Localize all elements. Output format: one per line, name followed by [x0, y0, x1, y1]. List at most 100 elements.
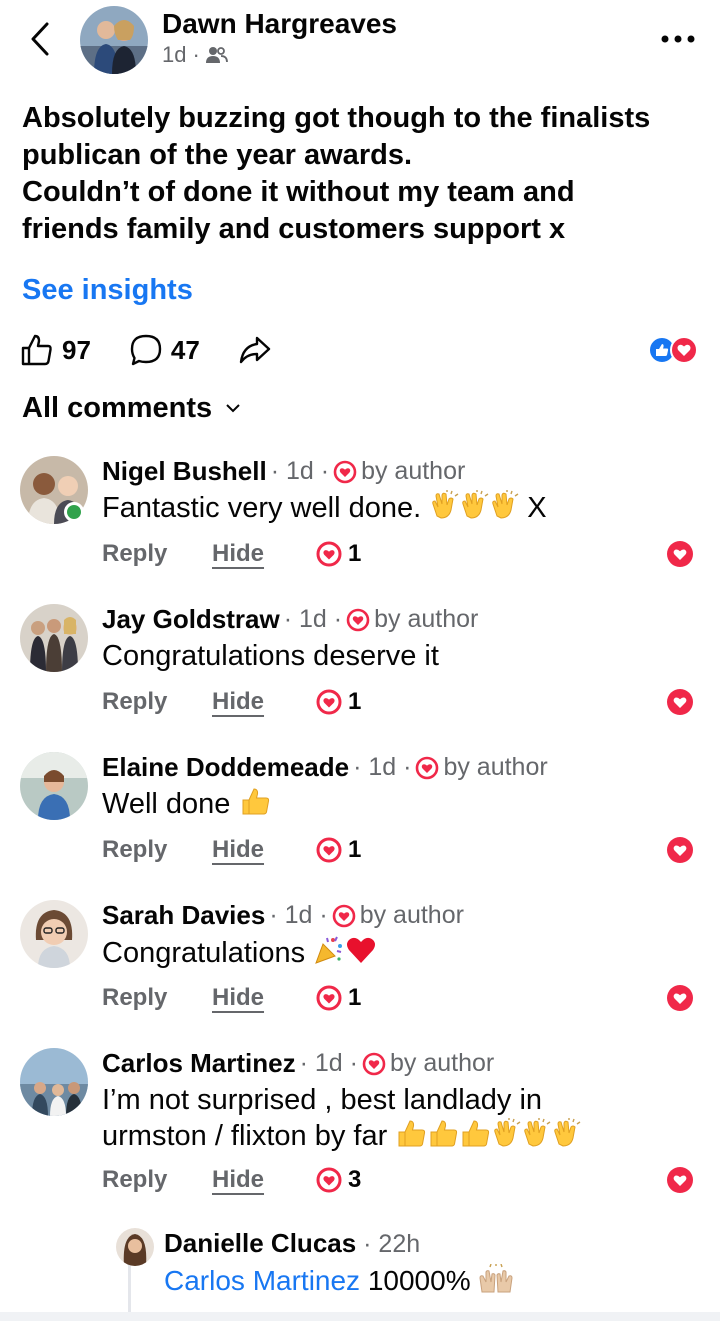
- commenter-avatar[interactable]: [20, 604, 88, 672]
- hide-button[interactable]: Hide: [212, 836, 316, 864]
- friends-icon[interactable]: [205, 46, 228, 64]
- thumbs-up-emoji-icon: [459, 1118, 491, 1157]
- comment-actions: Reply Hide 1: [102, 984, 361, 1012]
- hide-button[interactable]: Hide: [212, 540, 316, 568]
- post-text-line: Couldn’t of done it without my team and: [22, 176, 575, 208]
- meta-separator: ·: [192, 42, 200, 67]
- party-popper-emoji-icon: [313, 934, 345, 975]
- reply-button[interactable]: Reply: [102, 540, 212, 568]
- comment-reaction-count[interactable]: 1: [316, 836, 361, 864]
- comment-time: · 1d ·: [299, 1049, 358, 1077]
- commenter-name[interactable]: Nigel Bushell: [102, 456, 267, 487]
- comment-text: Congratulations: [102, 934, 377, 975]
- comment-time: · 1d ·: [270, 457, 330, 485]
- by-author-badge: by author: [361, 457, 466, 485]
- post-meta: 1d ·: [162, 42, 228, 68]
- comment-time: · 1d ·: [269, 901, 328, 929]
- comment-actions: Reply Hide 1: [102, 540, 361, 568]
- love-react-button[interactable]: [666, 984, 694, 1012]
- comment-sort-label: All comments: [22, 392, 213, 424]
- red-heart-emoji-icon: [345, 935, 377, 974]
- commenter-name[interactable]: Elaine Doddemeade: [102, 752, 349, 783]
- reply-button[interactable]: Reply: [102, 1166, 212, 1194]
- reply-avatar[interactable]: [116, 1228, 154, 1266]
- comment-header: Elaine Doddemeade · 1d · by author: [102, 752, 548, 783]
- love-react-button[interactable]: [666, 1166, 694, 1194]
- post-text-line: friends family and customers support x: [22, 213, 566, 245]
- comment-actions: Reply Hide 3: [102, 1166, 361, 1194]
- comment-reaction-count[interactable]: 1: [316, 688, 361, 716]
- post-body: Absolutely buzzing got though to the fin…: [22, 100, 702, 248]
- back-button[interactable]: [22, 18, 58, 60]
- comment-bubble-icon: [130, 334, 162, 366]
- chevron-down-icon: [226, 404, 240, 413]
- comment-text: Fantastic very well done. X: [102, 490, 547, 529]
- comment-text: I’m not surprised , best landlady in urm…: [102, 1082, 581, 1157]
- comment-count: 47: [170, 334, 200, 365]
- commenter-avatar[interactable]: [20, 1048, 88, 1116]
- author-name[interactable]: Dawn Hargreaves: [162, 8, 397, 40]
- love-react-button[interactable]: [666, 540, 694, 568]
- comment-text-content: Fantastic very well done.: [102, 492, 422, 525]
- comment-text: Congratulations deserve it: [102, 638, 439, 674]
- reaction-summary[interactable]: [648, 336, 698, 364]
- reply-time: · 22h: [363, 1230, 421, 1258]
- comment-actions: Reply Hide 1: [102, 688, 361, 716]
- like-button[interactable]: 97: [20, 333, 91, 367]
- love-react-button[interactable]: [666, 688, 694, 716]
- comment-item: Carlos Martinez · 1d · by author I’m not…: [0, 1048, 720, 1208]
- love-react-button[interactable]: [666, 836, 694, 864]
- hide-button[interactable]: Hide: [212, 1166, 316, 1194]
- reply-mention-link[interactable]: Carlos Martinez: [164, 1265, 360, 1296]
- reply-button[interactable]: Reply: [102, 688, 212, 716]
- love-outline-icon: [316, 541, 342, 567]
- share-arrow-icon: [239, 336, 271, 364]
- comment-reaction-count[interactable]: 1: [316, 984, 361, 1012]
- reply-author-name[interactable]: Danielle Clucas: [164, 1228, 356, 1258]
- reaction-count-value: 1: [348, 688, 362, 715]
- comment-actions: Reply Hide 1: [102, 836, 361, 864]
- more-options-button[interactable]: [658, 24, 698, 54]
- chevron-left-icon: [31, 22, 49, 56]
- post-time: 1d: [162, 42, 187, 67]
- clap-emoji-icon: [521, 1118, 551, 1157]
- raising-hands-emoji-icon: [478, 1263, 514, 1301]
- comment-item: Sarah Davies · 1d · by author Congratula…: [0, 900, 720, 1020]
- commenter-avatar[interactable]: [20, 900, 88, 968]
- author-heart-badge-icon: [346, 608, 370, 631]
- hide-button[interactable]: Hide: [212, 688, 316, 716]
- by-author-badge: by author: [359, 901, 464, 929]
- by-author-badge: by author: [389, 1049, 495, 1077]
- clap-emoji-icon: [429, 490, 459, 529]
- hide-button[interactable]: Hide: [212, 984, 316, 1012]
- comment-text-line: I’m not surprised , best landlady in: [102, 1084, 543, 1116]
- comment-text-suffix: X: [527, 492, 547, 525]
- comment-meta: · 1d · by author: [271, 457, 466, 486]
- reaction-count-value: 3: [348, 1166, 362, 1193]
- see-insights-link[interactable]: See insights: [22, 274, 193, 307]
- commenter-name[interactable]: Sarah Davies: [102, 900, 265, 931]
- thumbs-up-emoji-icon: [395, 1118, 427, 1157]
- comment-text-content: Congratulations deserve it: [102, 640, 439, 672]
- commenter-avatar[interactable]: [20, 752, 88, 820]
- comment-text: Well done: [102, 786, 271, 825]
- reply-button[interactable]: Reply: [102, 836, 212, 864]
- comment-item: Nigel Bushell · 1d · by author Fantastic…: [0, 456, 720, 576]
- author-heart-badge-icon: [362, 1052, 386, 1075]
- comment-button[interactable]: 47: [129, 333, 200, 367]
- comment-reaction-count[interactable]: 1: [316, 540, 361, 568]
- commenter-name[interactable]: Jay Goldstraw: [102, 604, 280, 635]
- author-avatar[interactable]: [80, 6, 148, 74]
- commenter-name[interactable]: Carlos Martinez: [102, 1048, 296, 1079]
- reply-text: Carlos Martinez 10000%: [164, 1263, 514, 1301]
- comment-time: · 1d ·: [283, 605, 343, 633]
- thumbs-up-emoji-icon: [427, 1118, 459, 1157]
- comment-reaction-count[interactable]: 3: [316, 1166, 361, 1194]
- post-actions: 97 47: [20, 330, 310, 370]
- reply-button[interactable]: Reply: [102, 984, 212, 1012]
- thumbs-up-outline-icon: [21, 334, 52, 366]
- online-status-dot: [64, 502, 84, 522]
- comment-sort-dropdown[interactable]: All comments: [22, 392, 240, 425]
- love-outline-icon: [316, 837, 342, 863]
- share-button[interactable]: [238, 333, 272, 367]
